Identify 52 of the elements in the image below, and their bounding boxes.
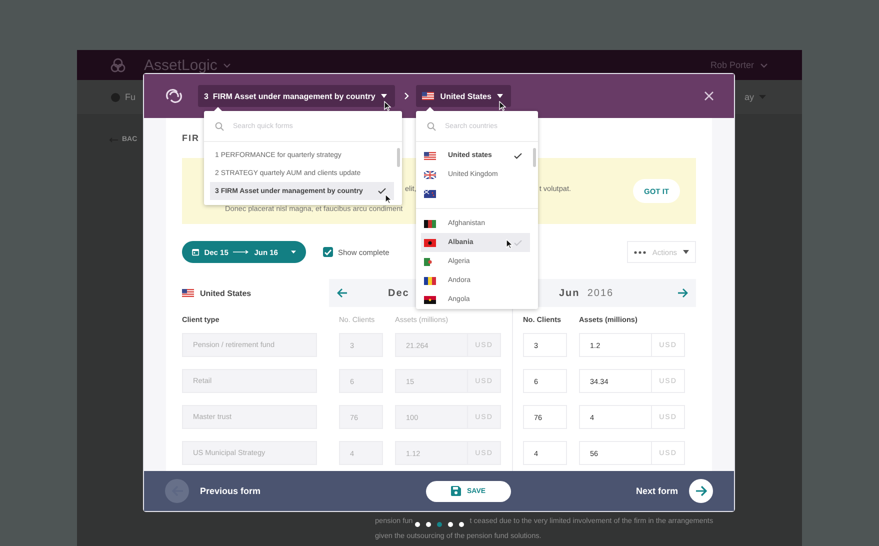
close-icon[interactable] — [704, 91, 714, 101]
arrow-left-icon[interactable] — [337, 288, 348, 298]
chevron-down-icon — [760, 62, 768, 68]
next-button[interactable] — [689, 479, 714, 503]
search-icon — [427, 122, 436, 130]
long-arrow-icon — [233, 249, 250, 255]
previous-form-link[interactable]: Previous form — [200, 486, 261, 496]
caret-icon — [290, 250, 296, 254]
arrow-right-icon — [694, 485, 708, 497]
chevron-down-icon — [223, 62, 232, 68]
checkbox[interactable] — [323, 247, 333, 257]
calendar-icon — [192, 247, 200, 257]
country-selector[interactable]: United States — [416, 85, 512, 107]
floppy-icon — [450, 486, 461, 496]
scrollbar[interactable] — [533, 148, 536, 167]
flag-icon — [424, 220, 436, 228]
page-dot[interactable] — [437, 522, 442, 527]
nav-item[interactable]: ay — [744, 92, 754, 102]
period-title: Dec — [388, 288, 410, 298]
logo-icon — [110, 57, 126, 73]
cursor-icon — [506, 239, 513, 249]
check-icon — [514, 240, 522, 246]
scrollbar[interactable] — [397, 148, 400, 167]
more-icon — [634, 250, 646, 254]
caret-icon — [497, 94, 504, 98]
flag-icon — [424, 170, 436, 178]
period-title: Jun 2016 — [559, 288, 615, 298]
flag-icon — [424, 190, 436, 198]
flag-icon — [424, 296, 436, 304]
flag-icon — [424, 238, 436, 246]
check-icon — [514, 152, 522, 158]
flag-icon — [424, 276, 436, 284]
form-title: FIR — [182, 132, 200, 144]
circle-icon — [111, 92, 120, 102]
page-dot[interactable] — [415, 522, 420, 527]
search-icon — [215, 122, 224, 130]
chevron-right-icon — [404, 92, 410, 100]
flag-icon — [422, 92, 434, 100]
page-dot[interactable] — [448, 522, 453, 527]
arrow-right-icon[interactable] — [677, 288, 688, 298]
caret-icon — [683, 250, 689, 254]
country-name: United States — [200, 288, 252, 298]
nav-item[interactable]: Fu — [125, 92, 136, 102]
page-dot[interactable] — [459, 522, 464, 527]
flag-icon — [424, 152, 436, 160]
logo-icon — [165, 87, 183, 105]
caret-icon — [381, 94, 388, 98]
check-icon — [378, 188, 386, 194]
page-dot[interactable] — [426, 522, 431, 527]
form-selector[interactable]: 3 FIRM Asset under management by country — [198, 85, 396, 107]
next-form-link[interactable]: Next form — [636, 486, 678, 496]
flag-icon — [182, 289, 194, 297]
